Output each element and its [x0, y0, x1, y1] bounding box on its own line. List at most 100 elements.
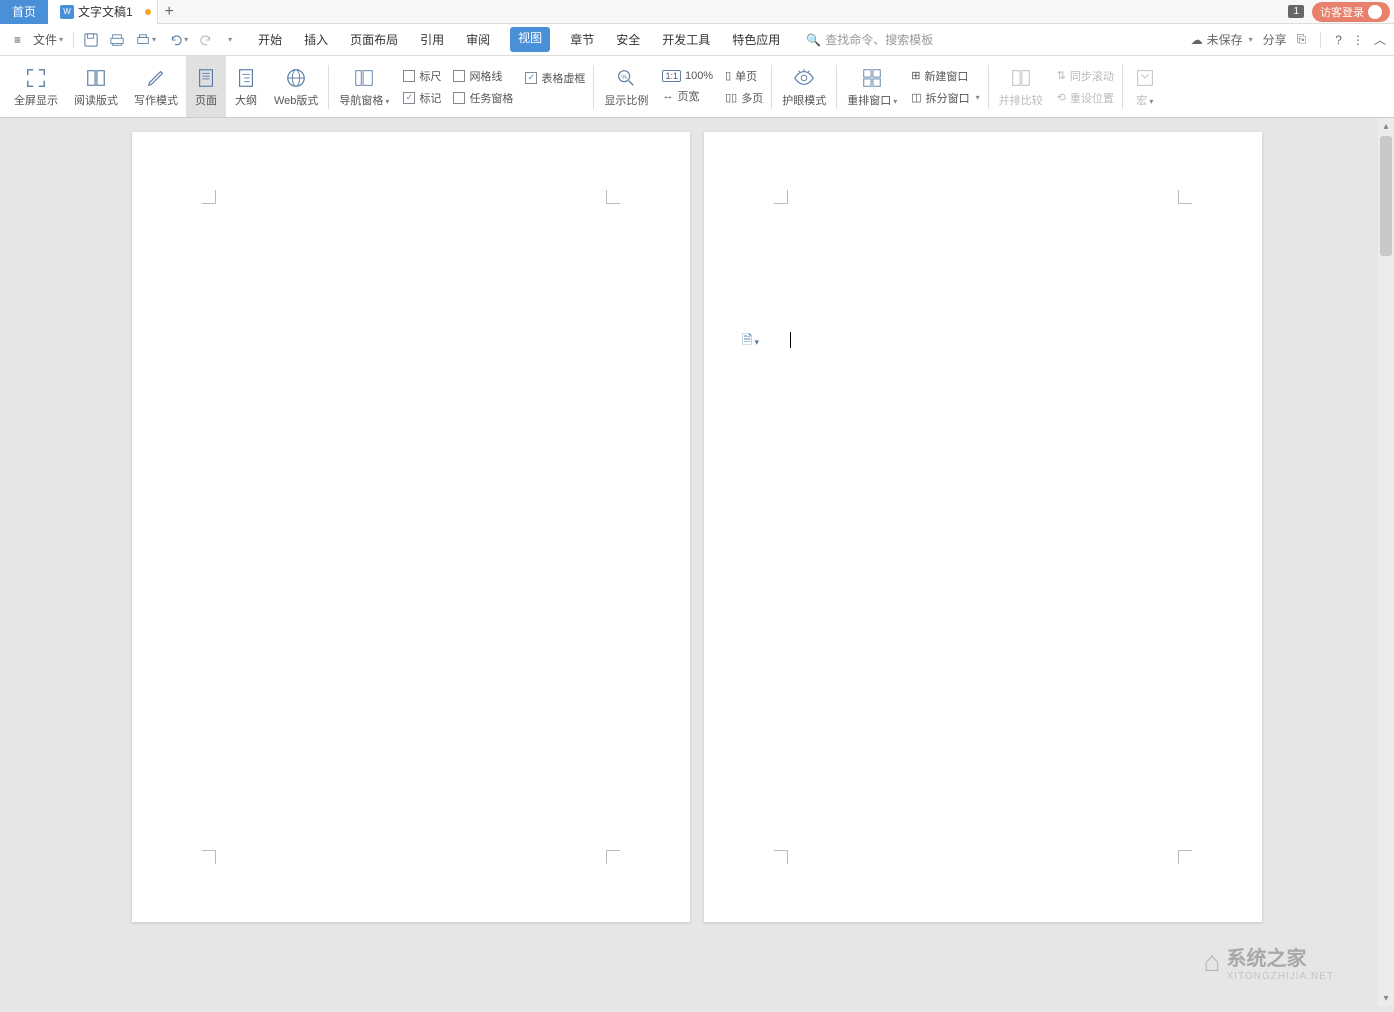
write-mode-icon — [144, 66, 168, 90]
menu-references[interactable]: 引用 — [418, 27, 446, 52]
page-width-label: 页宽 — [677, 88, 699, 104]
print-preview-icon[interactable] — [104, 29, 130, 51]
menu-view[interactable]: 视图 — [510, 27, 550, 52]
reset-pos-icon: ⟲ — [1057, 91, 1066, 104]
scroll-down-icon[interactable]: ▾ — [1378, 990, 1394, 1006]
task-pane-checkbox[interactable]: 任务窗格 — [453, 90, 513, 106]
share-button[interactable]: 分享 — [1263, 31, 1287, 48]
read-mode-icon — [84, 66, 108, 90]
paragraph-flag-icon[interactable]: 🗎▾ — [742, 331, 759, 353]
read-mode-button[interactable]: 阅读版式 — [66, 56, 126, 117]
menu-section[interactable]: 章节 — [568, 27, 596, 52]
scroll-thumb[interactable] — [1380, 136, 1392, 256]
search-box[interactable]: 🔍 查找命令、搜索模板 — [806, 31, 933, 48]
more-icon[interactable]: ⋮ — [1352, 33, 1364, 47]
menu-start[interactable]: 开始 — [256, 27, 284, 52]
separator — [1320, 32, 1321, 48]
quick-access-dropdown[interactable]: ▾ — [220, 31, 238, 48]
menu-security[interactable]: 安全 — [614, 27, 642, 52]
macro-label: 宏▾ — [1136, 92, 1153, 108]
page-width-button[interactable]: ↔页宽 — [662, 88, 713, 104]
separator — [73, 32, 74, 48]
export-icon[interactable]: ⎘ — [1297, 32, 1307, 47]
ruler-checkbox[interactable]: 标尺 — [403, 68, 441, 84]
file-menu[interactable]: 文件▾ — [27, 27, 69, 52]
page-view-button[interactable]: 页面 — [186, 56, 226, 117]
zoom-100-button[interactable]: 1:1100% — [662, 70, 713, 82]
collapse-ribbon-icon[interactable]: ︿ — [1374, 31, 1386, 48]
read-mode-label: 阅读版式 — [74, 92, 118, 108]
table-gridlines-label: 表格虚框 — [541, 70, 585, 86]
fullscreen-button[interactable]: 全屏显示 — [6, 56, 66, 117]
zoom-button[interactable]: % 显示比例 — [596, 56, 656, 117]
page-view-label: 页面 — [195, 92, 217, 108]
outline-button[interactable]: 大纲 — [226, 56, 266, 117]
nav-pane-button[interactable]: 导航窗格▾ — [331, 56, 397, 117]
menu-tabs: 开始 插入 页面布局 引用 审阅 视图 章节 安全 开发工具 特色应用 — [256, 27, 782, 52]
vertical-scrollbar[interactable]: ▴ ▾ — [1378, 118, 1394, 1006]
print-icon[interactable]: ▾ — [130, 29, 162, 51]
chevron-down-icon: ▾ — [228, 35, 232, 44]
svg-text:%: % — [622, 73, 628, 80]
rearrange-button[interactable]: 重排窗口▾ — [839, 56, 905, 117]
login-label: 访客登录 — [1320, 4, 1364, 20]
reset-pos-label: 重设位置 — [1070, 90, 1114, 106]
chevron-down-icon: ▾ — [152, 35, 156, 44]
menu-insert[interactable]: 插入 — [302, 27, 330, 52]
margin-corner-icon — [774, 850, 788, 864]
margin-corner-icon — [1178, 190, 1192, 204]
markup-checkbox[interactable]: ✓标记 — [403, 90, 441, 106]
new-window-icon: ⊞ — [911, 69, 920, 82]
scroll-up-icon[interactable]: ▴ — [1378, 118, 1394, 134]
undo-icon[interactable]: ▾ — [162, 29, 194, 51]
split-window-button[interactable]: ◫拆分窗口▾ — [911, 90, 979, 106]
save-icon[interactable] — [78, 29, 104, 51]
redo-icon[interactable] — [194, 29, 220, 51]
chevron-down-icon: ▾ — [1149, 97, 1153, 106]
title-bar: 首页 W 文字文稿1 + 1 访客登录 — [0, 0, 1394, 24]
multi-page-button[interactable]: ▯▯多页 — [725, 90, 763, 106]
write-mode-button[interactable]: 写作模式 — [126, 56, 186, 117]
file-label: 文件 — [33, 31, 57, 48]
gridlines-checkbox[interactable]: 网格线 — [453, 68, 513, 84]
page-1[interactable] — [132, 132, 690, 922]
new-tab-button[interactable]: + — [157, 0, 181, 24]
menu-page-layout[interactable]: 页面布局 — [348, 27, 400, 52]
sync-scroll-button: ⇅同步滚动 — [1057, 68, 1114, 84]
toolbar: ≡ 文件▾ ▾ ▾ ▾ 开始 插入 页面布局 引用 审阅 视图 章节 安全 开发… — [0, 24, 1394, 56]
separator — [328, 65, 329, 109]
tab-home-label: 首页 — [12, 3, 36, 20]
margin-corner-icon — [202, 190, 216, 204]
write-mode-label: 写作模式 — [134, 92, 178, 108]
tab-document[interactable]: W 文字文稿1 — [48, 0, 157, 24]
table-gridlines-checkbox[interactable]: ✓表格虚框 — [525, 70, 585, 86]
view-options-col1: 标尺 ✓标记 — [397, 56, 447, 117]
help-icon[interactable]: ? — [1335, 33, 1342, 47]
menu-dev-tools[interactable]: 开发工具 — [660, 27, 712, 52]
eye-mode-button[interactable]: 护眼模式 — [774, 56, 834, 117]
notification-badge[interactable]: 1 — [1288, 5, 1304, 18]
tab-home[interactable]: 首页 — [0, 0, 48, 24]
menu-special[interactable]: 特色应用 — [730, 27, 782, 52]
hamburger-icon[interactable]: ≡ — [8, 29, 27, 51]
menu-review[interactable]: 审阅 — [464, 27, 492, 52]
watermark-cn: 系统之家 — [1227, 942, 1335, 971]
page-col: ▯ 单页 ▯▯多页 — [719, 56, 769, 117]
single-page-icon: ▯ — [725, 69, 731, 82]
web-view-button[interactable]: Web版式 — [266, 56, 326, 117]
new-window-button[interactable]: ⊞新建窗口 — [911, 68, 979, 84]
login-button[interactable]: 访客登录 — [1312, 2, 1390, 22]
single-page-label: 单页 — [735, 68, 757, 84]
side-by-side-button: 并排比较 — [991, 56, 1051, 117]
search-placeholder: 查找命令、搜索模板 — [825, 31, 933, 48]
web-label: Web版式 — [274, 92, 318, 108]
page-2[interactable]: 🗎▾ — [704, 132, 1262, 922]
view-options-col2: 网格线 任务窗格 — [447, 56, 519, 117]
margin-corner-icon — [606, 850, 620, 864]
chevron-down-icon: ▾ — [976, 93, 980, 102]
cloud-unsaved[interactable]: ☁ 未保存 ▾ — [1191, 31, 1253, 48]
workspace: 🗎▾ — [0, 118, 1394, 1012]
margin-corner-icon — [774, 190, 788, 204]
single-page-button[interactable]: ▯ 单页 — [725, 68, 763, 84]
split-window-label: 拆分窗口 — [926, 90, 970, 106]
